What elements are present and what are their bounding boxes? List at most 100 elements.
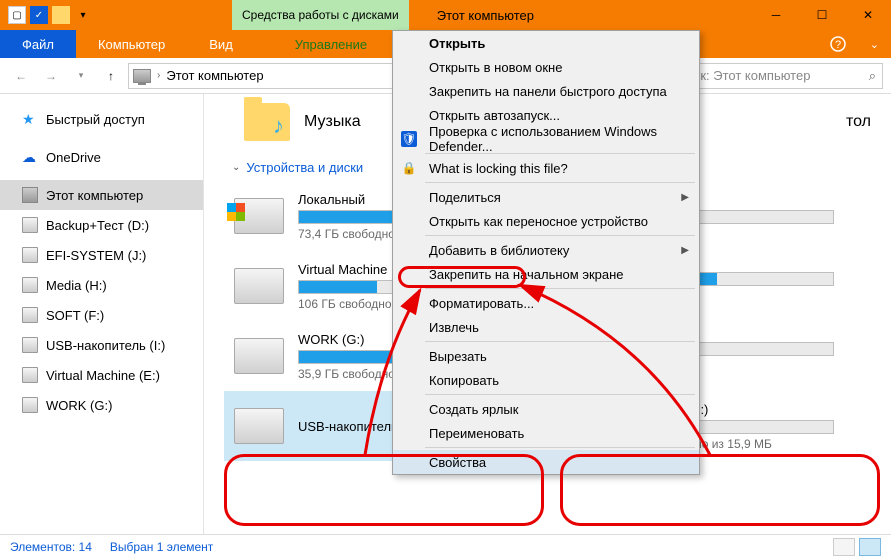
drive-icon (234, 338, 284, 374)
menu-properties[interactable]: Свойства (393, 450, 699, 474)
title-bar: ▢ ✓ ▾ Средства работы с дисками Этот ком… (0, 0, 891, 30)
folder-icon: ♪ (244, 103, 290, 141)
sidebar-drive-item[interactable]: USB-накопитель (I:) (0, 330, 203, 360)
tab-manage[interactable]: Управление (273, 30, 389, 58)
address-location: Этот компьютер (166, 68, 263, 83)
cloud-icon: ☁ (22, 149, 38, 165)
lock-icon: 🔒 (401, 160, 417, 176)
tab-computer[interactable]: Компьютер (76, 30, 187, 58)
menu-pin-quick-access[interactable]: Закрепить на панели быстрого доступа (393, 79, 699, 103)
qat-icon-1[interactable]: ▢ (8, 6, 26, 24)
sidebar-drive-item[interactable]: Backup+Тест (D:) (0, 210, 203, 240)
maximize-button[interactable]: ☐ (799, 0, 845, 30)
quick-access-toolbar: ▢ ✓ ▾ (8, 6, 92, 24)
menu-separator (425, 341, 695, 342)
navigation-pane: ★ Быстрый доступ ☁ OneDrive Этот компьют… (0, 94, 204, 534)
sidebar-item-label: EFI-SYSTEM (J:) (46, 248, 146, 263)
drive-icon (22, 277, 38, 293)
drive-icon (22, 307, 38, 323)
close-button[interactable]: ✕ (845, 0, 891, 30)
drive-icon (234, 408, 284, 444)
menu-what-is-locking[interactable]: 🔒What is locking this file? (393, 156, 699, 180)
back-button[interactable]: ← (8, 63, 34, 89)
drive-icon (22, 397, 38, 413)
drive-icon (22, 337, 38, 353)
star-icon: ★ (22, 111, 38, 127)
sidebar-item-label: Backup+Тест (D:) (46, 218, 149, 233)
computer-icon (22, 187, 38, 203)
sidebar-item-label: Media (H:) (46, 278, 107, 293)
menu-separator (425, 182, 695, 183)
search-icon: ⌕ (869, 68, 876, 84)
drive-icon (234, 268, 284, 304)
sidebar-item-label: Virtual Machine (E:) (46, 368, 160, 383)
status-selection: Выбран 1 элемент (110, 540, 213, 554)
qat-dropdown-icon[interactable]: ▾ (74, 6, 92, 24)
menu-separator (425, 447, 695, 448)
qat-properties-icon[interactable]: ✓ (30, 6, 48, 24)
status-item-count: Элементов: 14 (10, 540, 92, 554)
menu-rename[interactable]: Переименовать (393, 421, 699, 445)
window-title: Этот компьютер (437, 8, 534, 23)
menu-eject[interactable]: Извлечь (393, 315, 699, 339)
status-bar: Элементов: 14 Выбран 1 элемент (0, 534, 891, 558)
recent-dropdown-icon[interactable]: ▾ (68, 63, 94, 89)
section-label: Устройства и диски (246, 160, 363, 175)
chevron-right-icon: › (157, 70, 160, 81)
computer-icon (133, 69, 151, 83)
obscured-desktop-label: тол (846, 113, 871, 131)
up-button[interactable]: ↑ (98, 63, 124, 89)
sidebar-onedrive[interactable]: ☁ OneDrive (0, 142, 203, 172)
menu-open-new-window[interactable]: Открыть в новом окне (393, 55, 699, 79)
tiles-view-button[interactable] (859, 538, 881, 556)
shield-icon: 🛡 (401, 131, 417, 147)
folder-label: Музыка (304, 113, 361, 131)
drive-icon (234, 198, 284, 234)
menu-add-library[interactable]: Добавить в библиотеку▶ (393, 238, 699, 262)
menu-separator (425, 394, 695, 395)
context-menu: Открыть Открыть в новом окне Закрепить н… (392, 30, 700, 475)
sidebar-item-label: SOFT (F:) (46, 308, 104, 323)
help-icon[interactable]: ? (818, 30, 858, 58)
sidebar-drive-item[interactable]: EFI-SYSTEM (J:) (0, 240, 203, 270)
drive-tools-contextual-tab[interactable]: Средства работы с дисками (232, 0, 409, 30)
drive-icon (22, 247, 38, 263)
svg-text:?: ? (835, 39, 841, 51)
sidebar-item-label: USB-накопитель (I:) (46, 338, 165, 353)
menu-pin-start[interactable]: Закрепить на начальном экране (393, 262, 699, 286)
window-controls: ─ ☐ ✕ (753, 0, 891, 30)
sidebar-item-label: Быстрый доступ (46, 112, 145, 127)
menu-copy[interactable]: Копировать (393, 368, 699, 392)
sidebar-drive-item[interactable]: Virtual Machine (E:) (0, 360, 203, 390)
music-note-icon: ♪ (273, 113, 284, 139)
details-view-button[interactable] (833, 538, 855, 556)
menu-separator (425, 235, 695, 236)
drive-icon (22, 217, 38, 233)
menu-separator (425, 288, 695, 289)
sidebar-quick-access[interactable]: ★ Быстрый доступ (0, 104, 203, 134)
menu-create-shortcut[interactable]: Создать ярлык (393, 397, 699, 421)
forward-button[interactable]: → (38, 63, 64, 89)
view-mode-buttons (833, 538, 881, 556)
submenu-arrow-icon: ▶ (681, 245, 689, 256)
menu-defender-scan[interactable]: 🛡Проверка с использованием Windows Defen… (393, 127, 699, 151)
submenu-arrow-icon: ▶ (681, 192, 689, 203)
sidebar-drive-item[interactable]: WORK (G:) (0, 390, 203, 420)
minimize-button[interactable]: ─ (753, 0, 799, 30)
sidebar-this-pc[interactable]: Этот компьютер (0, 180, 203, 210)
sidebar-drive-item[interactable]: Media (H:) (0, 270, 203, 300)
menu-open[interactable]: Открыть (393, 31, 699, 55)
menu-format[interactable]: Форматировать... (393, 291, 699, 315)
drive-icon (22, 367, 38, 383)
menu-open-portable[interactable]: Открыть как переносное устройство (393, 209, 699, 233)
sidebar-item-label: WORK (G:) (46, 398, 112, 413)
tab-view[interactable]: Вид (187, 30, 255, 58)
menu-cut[interactable]: Вырезать (393, 344, 699, 368)
qat-folder-icon[interactable] (52, 6, 70, 24)
expand-ribbon-icon[interactable]: ⌄ (858, 30, 891, 58)
menu-share[interactable]: Поделиться▶ (393, 185, 699, 209)
sidebar-item-label: OneDrive (46, 150, 101, 165)
sidebar-item-label: Этот компьютер (46, 188, 143, 203)
tab-file[interactable]: Файл (0, 30, 76, 58)
sidebar-drive-item[interactable]: SOFT (F:) (0, 300, 203, 330)
